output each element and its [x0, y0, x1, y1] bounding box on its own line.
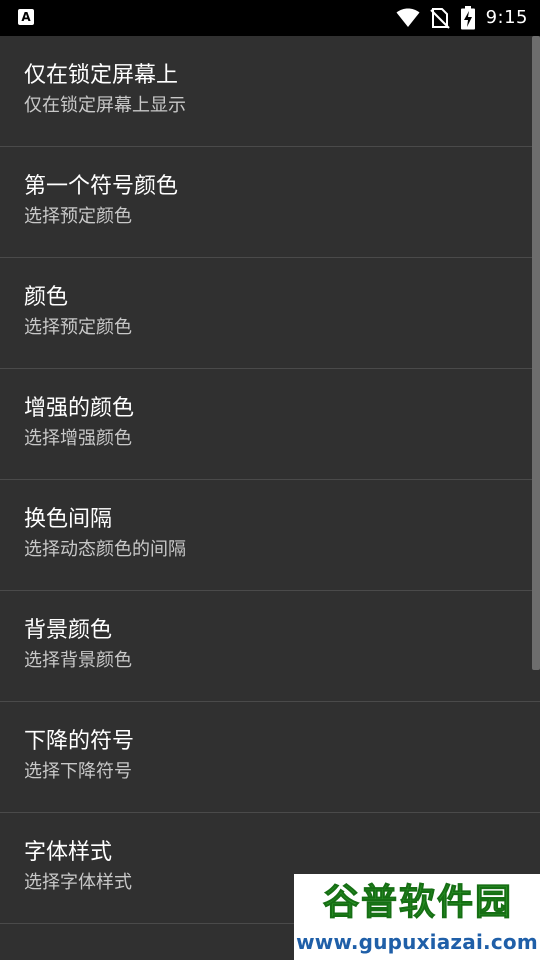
setting-enhanced-color[interactable]: 增强的颜色 选择增强颜色 — [0, 369, 540, 480]
setting-title: 仅在锁定屏幕上 — [24, 63, 179, 88]
setting-title: 第一个符号颜色 — [24, 174, 179, 199]
settings-list: 仅在锁定屏幕上 仅在锁定屏幕上显示 第一个符号颜色 选择预定颜色 颜色 选择预定… — [0, 36, 540, 950]
watermark-url: www.gupuxiazai.com — [296, 930, 538, 954]
wifi-icon — [396, 8, 420, 28]
status-icons: 9:15 — [396, 6, 528, 30]
battery-charging-icon — [460, 6, 476, 30]
setting-title: 换色间隔 — [24, 507, 113, 532]
watermark-logo: 谷普软件园 www.gupuxiazai.com — [294, 874, 540, 960]
watermark-title: 谷普软件园 — [322, 882, 513, 924]
setting-summary: 仅在锁定屏幕上显示 — [24, 95, 186, 116]
setting-color-change-interval[interactable]: 换色间隔 选择动态颜色的间隔 — [0, 480, 540, 591]
status-time: 9:15 — [485, 7, 528, 28]
setting-summary: 选择预定颜色 — [24, 206, 132, 227]
setting-title: 颜色 — [24, 285, 69, 310]
setting-first-symbol-color[interactable]: 第一个符号颜色 选择预定颜色 — [0, 147, 540, 258]
app-notification-icon: A — [18, 9, 34, 25]
setting-summary: 选择下降符号 — [24, 761, 132, 782]
setting-title: 背景颜色 — [24, 618, 113, 643]
setting-falling-symbols[interactable]: 下降的符号 选择下降符号 — [0, 702, 540, 813]
setting-lock-screen-only[interactable]: 仅在锁定屏幕上 仅在锁定屏幕上显示 — [0, 36, 540, 147]
setting-summary: 选择预定颜色 — [24, 317, 132, 338]
setting-background-color[interactable]: 背景颜色 选择背景颜色 — [0, 591, 540, 702]
scrollbar[interactable] — [532, 36, 540, 670]
setting-summary: 选择增强颜色 — [24, 428, 132, 449]
setting-color[interactable]: 颜色 选择预定颜色 — [0, 258, 540, 369]
setting-title: 字体样式 — [24, 840, 113, 865]
setting-summary: 选择动态颜色的间隔 — [24, 539, 186, 560]
setting-summary: 选择背景颜色 — [24, 650, 132, 671]
status-bar: A 9:15 — [0, 0, 540, 36]
setting-title: 增强的颜色 — [24, 396, 135, 421]
setting-title: 下降的符号 — [24, 729, 135, 754]
no-sim-icon — [429, 7, 450, 29]
